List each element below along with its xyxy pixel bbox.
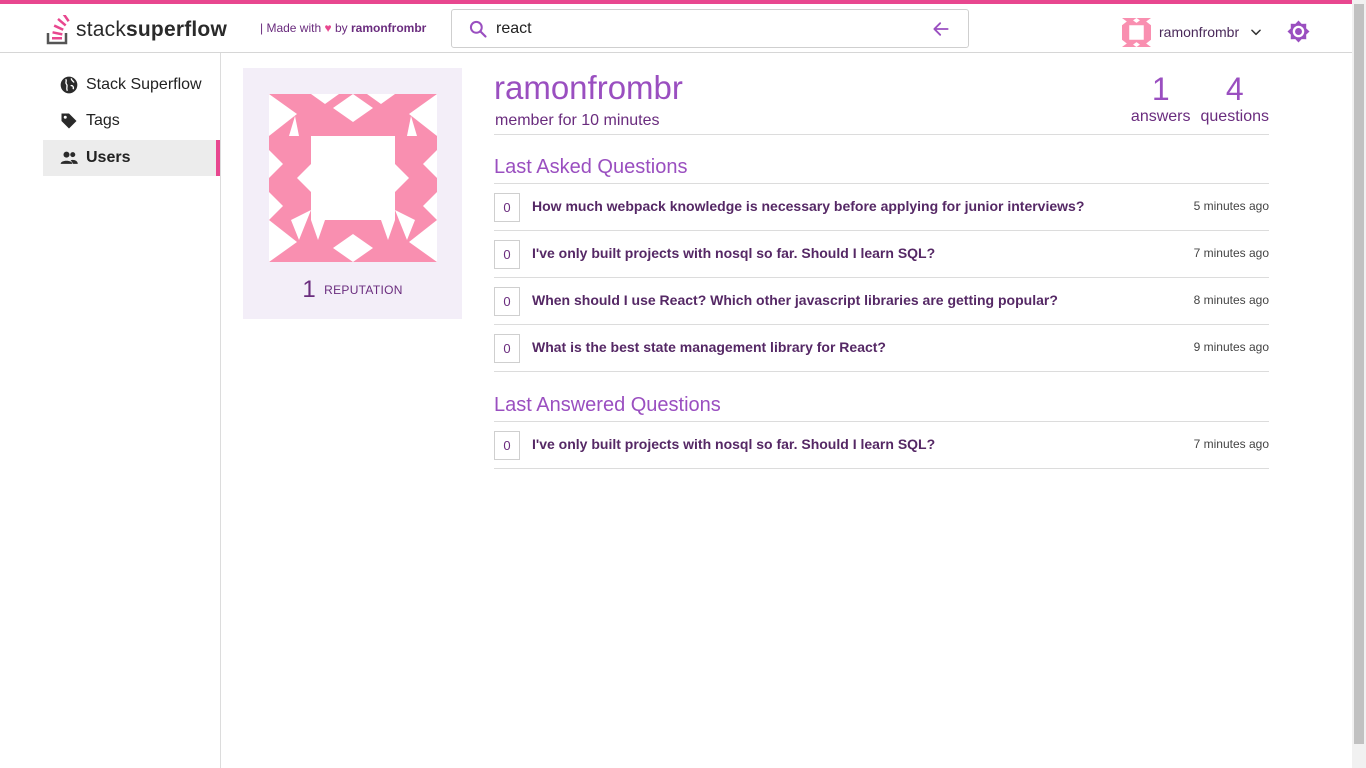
logo[interactable]: stacksuperflow [46,12,227,47]
search-bar [451,9,969,48]
vote-count-badge: 0 [494,334,520,363]
search-icon[interactable] [468,19,488,39]
question-time: 7 minutes ago [1193,246,1269,260]
top-bar: stacksuperflow | Made with ♥ by ramonfro… [0,0,1352,53]
answers-label: answers [1130,108,1191,125]
last-asked-list: 0 How much webpack knowledge is necessar… [494,183,1269,372]
question-link[interactable]: I've only built projects with nosql so f… [532,245,935,261]
question-link[interactable]: How much webpack knowledge is necessary … [532,198,1084,214]
question-time: 8 minutes ago [1193,293,1269,307]
questions-count: 4 [1225,71,1244,107]
answers-stat: 1 answers [1131,71,1191,127]
search-input[interactable] [496,16,916,42]
user-menu[interactable]: ramonfrombr [1122,17,1263,47]
logo-icon [46,12,70,45]
question-link[interactable]: When should I use React? Which other jav… [532,292,1058,308]
reputation-label: REPUTATION [324,283,403,297]
list-item: 0 I've only built projects with nosql so… [494,231,1269,278]
made-with-by: by [334,21,348,35]
vote-count-badge: 0 [494,287,520,316]
vote-count-badge: 0 [494,240,520,269]
reputation: 1 REPUTATION [243,276,462,304]
scrollbar-thumb[interactable] [1354,4,1364,744]
sidebar-item-tags[interactable]: Tags [43,103,220,139]
reputation-value: 1 [302,276,316,303]
question-time: 5 minutes ago [1193,199,1269,213]
question-time: 7 minutes ago [1193,437,1269,451]
chevron-down-icon[interactable] [1249,25,1263,39]
sidebar-item-label: Tags [86,112,120,129]
author-link[interactable]: ramonfrombr [351,21,426,35]
profile-card: 1 REPUTATION [243,68,462,319]
sidebar-item-label: Stack Superflow [86,76,202,93]
scrollbar[interactable] [1352,0,1366,768]
member-since: member for 10 minutes [495,112,660,129]
vote-count-badge: 0 [494,193,520,222]
heart-icon: ♥ [324,21,332,35]
last-answered-title: Last Answered Questions [494,394,721,416]
sidebar: Stack Superflow Tags Users [0,53,221,768]
theme-toggle-icon[interactable] [1287,20,1310,43]
list-item: 0 How much webpack knowledge is necessar… [494,184,1269,231]
divider [494,134,1269,135]
questions-label: questions [1200,108,1270,125]
made-with-prefix: | Made with [260,21,322,35]
question-time: 9 minutes ago [1193,340,1269,354]
logo-text: stacksuperflow [76,18,227,42]
page-title: ramonfrombr [494,69,683,106]
last-asked-title: Last Asked Questions [494,156,688,178]
users-icon [59,148,79,168]
logo-suffix: superflow [126,18,227,41]
arrow-left-icon[interactable] [930,19,952,39]
list-item: 0 I've only built projects with nosql so… [494,422,1269,469]
questions-stat: 4 questions [1201,71,1270,127]
user-stats: 1 answers 4 questions [1121,71,1269,127]
logo-prefix: stack [76,18,127,41]
sidebar-item-stack-superflow[interactable]: Stack Superflow [43,67,220,103]
list-item: 0 What is the best state management libr… [494,325,1269,372]
globe-icon [59,75,79,95]
sidebar-item-users[interactable]: Users [43,140,220,176]
tag-icon [59,111,79,131]
made-with-credit: | Made with ♥ by ramonfrombr [260,21,426,35]
user-name: ramonfrombr [1159,24,1240,40]
sidebar-item-label: Users [86,149,131,166]
identicon-avatar [269,94,437,262]
question-link[interactable]: What is the best state management librar… [532,339,886,355]
answers-count: 1 [1151,71,1170,107]
avatar [1122,17,1151,47]
list-item: 0 When should I use React? Which other j… [494,278,1269,325]
question-link[interactable]: I've only built projects with nosql so f… [532,436,935,452]
vote-count-badge: 0 [494,431,520,460]
last-answered-list: 0 I've only built projects with nosql so… [494,421,1269,469]
